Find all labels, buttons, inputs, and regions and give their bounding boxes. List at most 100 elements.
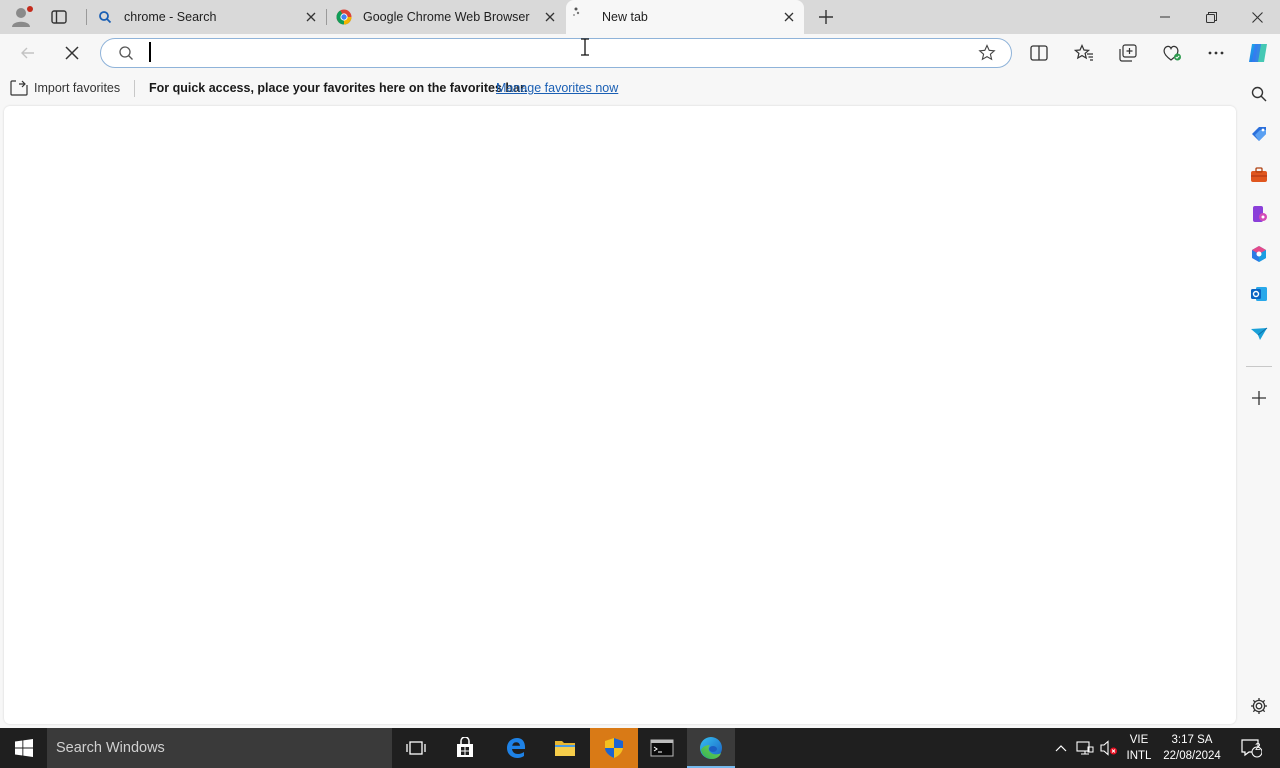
collections-button[interactable] <box>1116 41 1140 65</box>
tab-title: Google Chrome Web Browser <box>363 10 530 24</box>
copilot-icon <box>1249 44 1267 62</box>
favorites-bar-message: For quick access, place your favorites h… <box>149 81 528 95</box>
games-icon <box>1253 206 1267 222</box>
volume-button[interactable] <box>1098 728 1120 768</box>
taskbar-search-box[interactable]: Search Windows <box>47 728 392 768</box>
tab-actions-button[interactable] <box>50 8 68 26</box>
close-icon <box>306 12 316 22</box>
tab-close-button[interactable] <box>304 10 318 24</box>
tab-chrome-search[interactable]: chrome - Search <box>88 0 326 34</box>
divider <box>134 80 135 97</box>
outlook-icon <box>1251 287 1267 301</box>
toolbar <box>0 34 1280 72</box>
shield-icon <box>605 738 623 758</box>
security-app-button[interactable] <box>590 728 638 768</box>
windows-logo-icon <box>14 739 33 757</box>
task-view-button[interactable] <box>392 728 440 768</box>
sidebar-settings-button[interactable] <box>1248 695 1270 717</box>
shopping-tag-icon <box>1252 127 1266 141</box>
profile-button[interactable] <box>10 5 34 29</box>
tab-title: chrome - Search <box>124 10 217 24</box>
file-explorer-app-button[interactable] <box>541 728 589 768</box>
close-icon <box>1251 11 1263 23</box>
address-input[interactable] <box>147 43 947 63</box>
search-icon <box>99 11 112 24</box>
minimize-icon <box>1160 16 1170 18</box>
close-icon <box>65 46 79 60</box>
folder-icon <box>555 741 575 756</box>
heart-pulse-icon <box>1163 45 1181 61</box>
terminal-app-button[interactable] <box>638 728 686 768</box>
show-hidden-icons-button[interactable] <box>1052 728 1070 768</box>
edge-legacy-app-button[interactable] <box>492 728 540 768</box>
browser-essentials-button[interactable] <box>1160 41 1184 65</box>
text-cursor <box>149 42 151 62</box>
volume-muted-icon <box>1100 740 1117 756</box>
tab-new-tab[interactable]: New tab <box>566 0 804 34</box>
search-icon <box>119 46 133 60</box>
input-language-button[interactable]: VIE INTL <box>1122 732 1156 764</box>
tab-strip: chrome - Search Google Chrome Web Browse… <box>0 0 1280 34</box>
network-button[interactable] <box>1074 728 1096 768</box>
notification-count: 2 <box>1255 742 1261 753</box>
sidebar-send-button[interactable] <box>1248 323 1270 345</box>
page-content <box>4 106 1236 724</box>
drop-send-icon <box>1251 327 1268 340</box>
terminal-icon <box>650 739 674 757</box>
close-icon <box>545 12 555 22</box>
action-center-button[interactable]: 2 <box>1234 728 1268 768</box>
split-screen-button[interactable] <box>1027 41 1051 65</box>
sidebar-outlook-button[interactable] <box>1248 283 1270 305</box>
toolbox-icon <box>1251 167 1267 182</box>
tab-close-button[interactable] <box>543 10 557 24</box>
language-code: VIE <box>1129 734 1149 746</box>
back-arrow-icon <box>21 47 34 59</box>
clock-time: 3:17 SA <box>1171 734 1213 746</box>
new-tab-button[interactable] <box>816 7 836 27</box>
start-button[interactable] <box>0 728 47 768</box>
sidebar-add-button[interactable] <box>1248 387 1270 409</box>
store-app-button[interactable] <box>441 728 489 768</box>
tab-close-button[interactable] <box>782 10 796 24</box>
task-view-icon <box>406 741 426 755</box>
vertical-tabs-icon <box>51 10 67 24</box>
import-favorites-button[interactable]: Import favorites <box>10 80 120 96</box>
copilot-button[interactable] <box>1246 41 1270 65</box>
split-screen-icon <box>1030 45 1048 61</box>
plus-icon <box>1252 391 1266 405</box>
clock-button[interactable]: 3:17 SA 22/08/2024 <box>1158 732 1226 764</box>
keyboard-layout: INTL <box>1126 750 1152 762</box>
address-bar[interactable] <box>100 38 1012 68</box>
manage-favorites-link[interactable]: Manage favorites now <box>496 81 618 95</box>
sidebar-tools-button[interactable] <box>1248 164 1270 186</box>
close-window-button[interactable] <box>1234 0 1280 34</box>
sidebar-games-button[interactable] <box>1248 203 1270 225</box>
tab-title: New tab <box>602 10 648 24</box>
stop-loading-button[interactable] <box>60 41 84 65</box>
favorites-button[interactable] <box>1072 41 1096 65</box>
favorites-star-icon <box>1074 44 1093 61</box>
add-favorite-button[interactable] <box>977 43 997 63</box>
close-icon <box>784 12 794 22</box>
sidebar-microsoft365-button[interactable] <box>1248 243 1270 265</box>
edge-app-button[interactable] <box>687 728 735 768</box>
windows-taskbar: Search Windows VIE INTL 3:17 SA 22/08/20… <box>0 728 1280 768</box>
search-icon <box>1251 86 1267 102</box>
gear-icon <box>1251 698 1267 714</box>
settings-more-button[interactable] <box>1204 41 1228 65</box>
more-dots-icon <box>1208 51 1224 55</box>
plus-icon <box>819 10 833 24</box>
minimize-button[interactable] <box>1142 0 1188 34</box>
loading-icon <box>573 7 580 16</box>
tab-google-chrome[interactable]: Google Chrome Web Browser <box>327 0 565 34</box>
edge-icon <box>700 737 722 759</box>
edge-legacy-icon <box>507 738 526 758</box>
clock-date: 22/08/2024 <box>1163 750 1221 762</box>
chevron-up-icon <box>1055 745 1067 752</box>
back-button[interactable] <box>16 41 40 65</box>
restore-button[interactable] <box>1188 0 1234 34</box>
import-icon <box>10 80 28 96</box>
collections-icon <box>1119 44 1137 62</box>
sidebar-shopping-button[interactable] <box>1248 123 1270 145</box>
sidebar-search-button[interactable] <box>1248 83 1270 105</box>
